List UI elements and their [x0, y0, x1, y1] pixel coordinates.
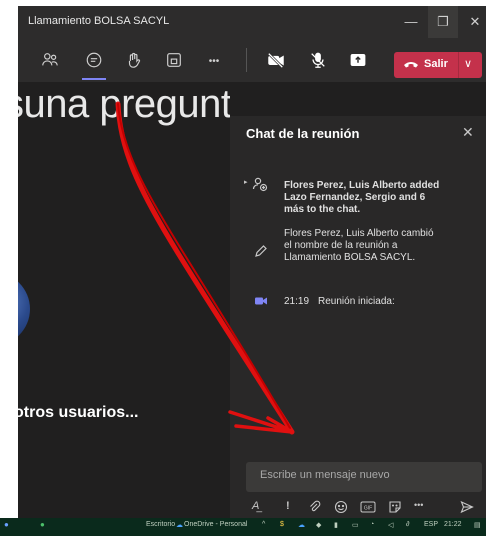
taskbar-chrome-icon[interactable]: ● [40, 520, 45, 529]
raise-hand-icon[interactable] [124, 50, 144, 70]
leave-button[interactable]: Salir ∨ [394, 52, 482, 78]
more-actions-icon[interactable]: ••• [204, 51, 224, 71]
close-chat-icon[interactable]: ✕ [462, 124, 474, 141]
participant-video-tile [18, 272, 30, 346]
chat-message-input[interactable] [260, 469, 470, 481]
expand-caret-icon[interactable]: ▸ [244, 178, 248, 186]
tray-language[interactable]: ESP [424, 521, 438, 528]
chat-panel-title: Chat de la reunión [246, 126, 360, 141]
leave-options-chevron-icon[interactable]: ∨ [464, 57, 472, 70]
tray-app-icon[interactable]: $ [280, 521, 284, 528]
tray-volume-icon[interactable]: ◁ [388, 521, 393, 529]
tray-chevron-icon[interactable]: ^ [262, 521, 265, 528]
participants-icon[interactable] [40, 50, 60, 70]
meeting-stage: suna pregunta otros usuarios... [18, 82, 230, 518]
meeting-toolbar: ••• Salir ∨ [18, 38, 486, 82]
chat-icon[interactable] [84, 50, 104, 70]
svg-text:GIF: GIF [364, 506, 372, 512]
meeting-chat-panel: Chat de la reunión ✕ ▸ Flores Perez, Lui… [230, 116, 486, 518]
breakout-rooms-icon[interactable] [164, 50, 184, 70]
tray-usb-icon[interactable]: ▮ [334, 521, 338, 529]
chat-event-text: Reunión iniciada: [318, 296, 395, 307]
leave-divider [458, 52, 459, 78]
teams-window: Llamamiento BOLSA SACYL — ❐ ✕ ••• Salir … [18, 6, 486, 518]
windows-taskbar: ● ● Escritorio ☁ OneDrive - Personal ^ $… [0, 518, 486, 536]
people-add-icon [252, 177, 268, 192]
minimize-button[interactable]: — [396, 6, 426, 38]
send-icon[interactable] [460, 500, 474, 514]
pencil-icon [255, 245, 267, 257]
taskbar-app-icon[interactable]: ● [4, 520, 9, 529]
toolbar-divider [246, 48, 247, 72]
camera-off-icon[interactable] [266, 50, 286, 70]
chat-event-text: Flores Perez, Luis Alberto cambió el nom… [284, 228, 434, 263]
emoji-icon[interactable] [334, 500, 348, 514]
attach-icon[interactable] [308, 500, 322, 514]
tray-battery-icon[interactable]: ▭ [352, 521, 359, 529]
sticker-icon[interactable] [388, 500, 402, 514]
tray-pen-icon[interactable]: ∂ [406, 521, 409, 528]
share-screen-icon[interactable] [348, 50, 368, 70]
leave-label: Salir [424, 58, 448, 70]
chat-compose-box[interactable] [246, 462, 482, 492]
chat-event-time: 21:19 [284, 296, 310, 307]
compose-actions-row: A͟ ! GIF ••• [246, 498, 486, 518]
chat-event-text: Flores Perez, Luis Alberto added Lazo Fe… [284, 180, 440, 215]
close-window-button[interactable]: ✕ [460, 6, 486, 38]
video-icon [255, 297, 267, 305]
priority-icon[interactable]: ! [286, 500, 290, 512]
phone-hangup-icon [404, 62, 418, 68]
tray-app-icon[interactable]: ◆ [316, 521, 321, 529]
format-icon[interactable]: A͟ [252, 500, 259, 512]
more-icon[interactable]: ••• [414, 500, 423, 510]
taskbar-desktop-label[interactable]: Escritorio [146, 521, 175, 528]
title-bar: Llamamiento BOLSA SACYL — ❐ ✕ [18, 6, 486, 38]
tray-clock[interactable]: 21:22 [444, 521, 462, 528]
shared-content-text: suna pregunta [18, 82, 230, 126]
maximize-button[interactable]: ❐ [428, 6, 458, 38]
active-tab-indicator [82, 78, 106, 80]
tray-cloud-icon[interactable]: ☁ [298, 521, 305, 529]
tray-wifi-icon[interactable]: ◔ [370, 521, 374, 528]
window-title: Llamamiento BOLSA SACYL [28, 15, 170, 27]
onedrive-icon: ☁ [176, 522, 183, 529]
notifications-icon[interactable]: ▤ [474, 521, 481, 529]
gif-icon[interactable]: GIF [360, 500, 376, 514]
mic-off-icon[interactable] [308, 50, 328, 70]
other-users-label: otros usuarios... [18, 404, 139, 421]
taskbar-onedrive-label[interactable]: OneDrive - Personal [184, 521, 247, 528]
